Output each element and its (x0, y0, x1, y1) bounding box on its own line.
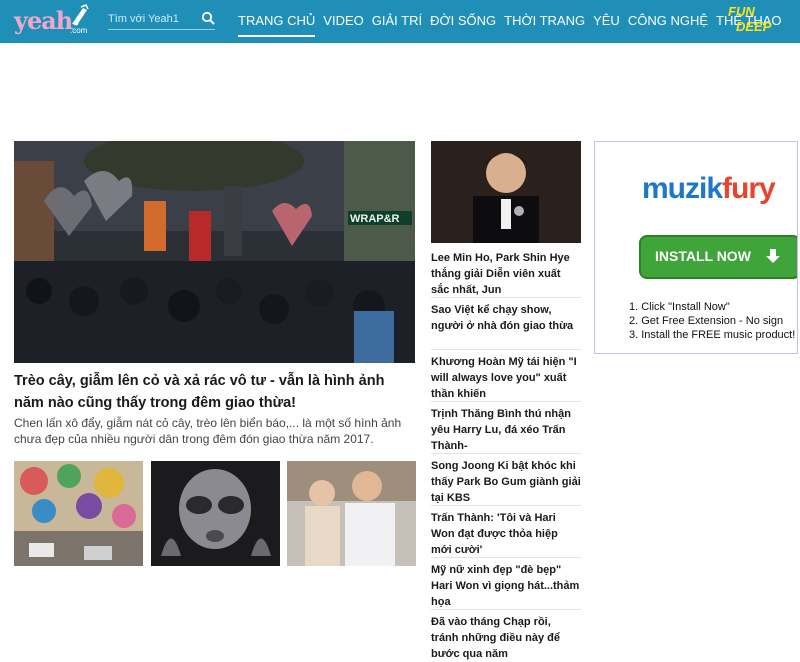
thumbnail-photo (287, 461, 416, 566)
nav-label: THỜI TRANG (504, 13, 586, 28)
sidebar-photo (431, 141, 581, 243)
nav-trang-chu[interactable]: TRANG CHỦ (238, 0, 316, 43)
ad-step: 3. Install the FREE music product! (629, 329, 796, 341)
hero-sign-text: WRAP&R (350, 213, 400, 225)
news-item[interactable]: Đã vào tháng Chạp rồi, tránh những điều … (431, 610, 581, 662)
nav-label: GIẢI TRÍ (371, 13, 423, 28)
nav-thoi-trang[interactable]: THỜI TRANG (504, 0, 585, 43)
news-item[interactable]: Sao Việt kể chạy show, người ở nhà đón g… (431, 298, 581, 350)
site-logo[interactable]: yeah .com (14, 4, 92, 38)
ad-logo-part-a: muzik (642, 172, 723, 205)
thumbnail-photo (14, 461, 143, 566)
active-underline (238, 35, 316, 37)
ad-step: 1. Click "Install Now" (629, 301, 730, 313)
logo-mark-icon (72, 4, 89, 26)
fun-deep-logo[interactable]: FUN DEEP (726, 4, 772, 38)
thumbnail-image[interactable] (287, 461, 416, 566)
hero-title[interactable]: Trèo cây, giẫm lên cỏ và xả rác vô tư - … (14, 370, 415, 414)
thumbnail-image[interactable] (14, 461, 143, 566)
ad-logo: muzikfury (642, 172, 776, 206)
sidebar-feature-image[interactable] (431, 141, 581, 243)
hero-photo: WRAP&R (14, 141, 415, 363)
thumbnail-photo (151, 461, 280, 566)
news-item[interactable]: Trịnh Thăng Bình thú nhận yêu Harry Lu, … (431, 402, 581, 454)
news-item[interactable]: Lee Min Ho, Park Shin Hye thắng giải Diễ… (431, 246, 581, 298)
main-nav: TRANG CHỦ VIDEO GIẢI TRÍ ĐỜI SỐNG THỜI T… (238, 0, 790, 43)
hero-description: Chen lấn xô đẩy, giẫm nát cỏ cây, trèo l… (14, 416, 402, 446)
logo-text: yeah (14, 6, 73, 35)
nav-label: TRANG CHỦ (238, 13, 316, 28)
nav-cong-nghe[interactable]: CÔNG NGHỆ (628, 0, 708, 43)
nav-label: VIDEO (323, 13, 364, 28)
advertisement-box[interactable]: muzikfury INSTALL NOW 1. Click "Install … (594, 141, 798, 354)
nav-label: ĐỜI SỐNG (430, 13, 497, 28)
top-navbar: yeah .com TRANG CHỦ VIDEO GIẢI TRÍ ĐỜI S… (0, 0, 800, 43)
fun-logo-line1: FUN (728, 4, 755, 19)
ad-step: 2. Get Free Extension - No sign (629, 315, 784, 327)
search-input[interactable] (108, 10, 200, 28)
ad-steps: 1. Click "Install Now" 2. Get Free Exten… (629, 300, 795, 342)
arrow-down-icon (765, 249, 780, 263)
nav-doi-song[interactable]: ĐỜI SỐNG (430, 0, 496, 43)
news-item[interactable]: Trấn Thành: 'Tôi và Hari Won đạt được th… (431, 506, 581, 558)
thumbnail-image[interactable] (151, 461, 280, 566)
fun-logo-line2: DEEP (736, 19, 772, 34)
nav-giai-tri[interactable]: GIẢI TRÍ (372, 0, 422, 43)
nav-label: YÊU (593, 13, 620, 28)
nav-yeu[interactable]: YÊU (593, 0, 620, 43)
ad-logo-part-b: fury (722, 172, 776, 205)
nav-label: CÔNG NGHỆ (627, 13, 708, 28)
nav-video[interactable]: VIDEO (323, 0, 363, 43)
side-news-list: Lee Min Ho, Park Shin Hye thắng giải Diễ… (431, 246, 581, 662)
hero-image[interactable]: WRAP&R (14, 141, 415, 363)
news-item[interactable]: Khương Hoàn Mỹ tái hiện "I will always l… (431, 350, 581, 402)
search-box (108, 8, 215, 30)
search-icon[interactable] (201, 11, 215, 25)
news-item[interactable]: Song Joong Ki bật khóc khi thấy Park Bo … (431, 454, 581, 506)
install-now-button[interactable]: INSTALL NOW (639, 235, 797, 279)
install-now-label: INSTALL NOW (655, 248, 751, 264)
logo-sub: .com (70, 26, 88, 35)
